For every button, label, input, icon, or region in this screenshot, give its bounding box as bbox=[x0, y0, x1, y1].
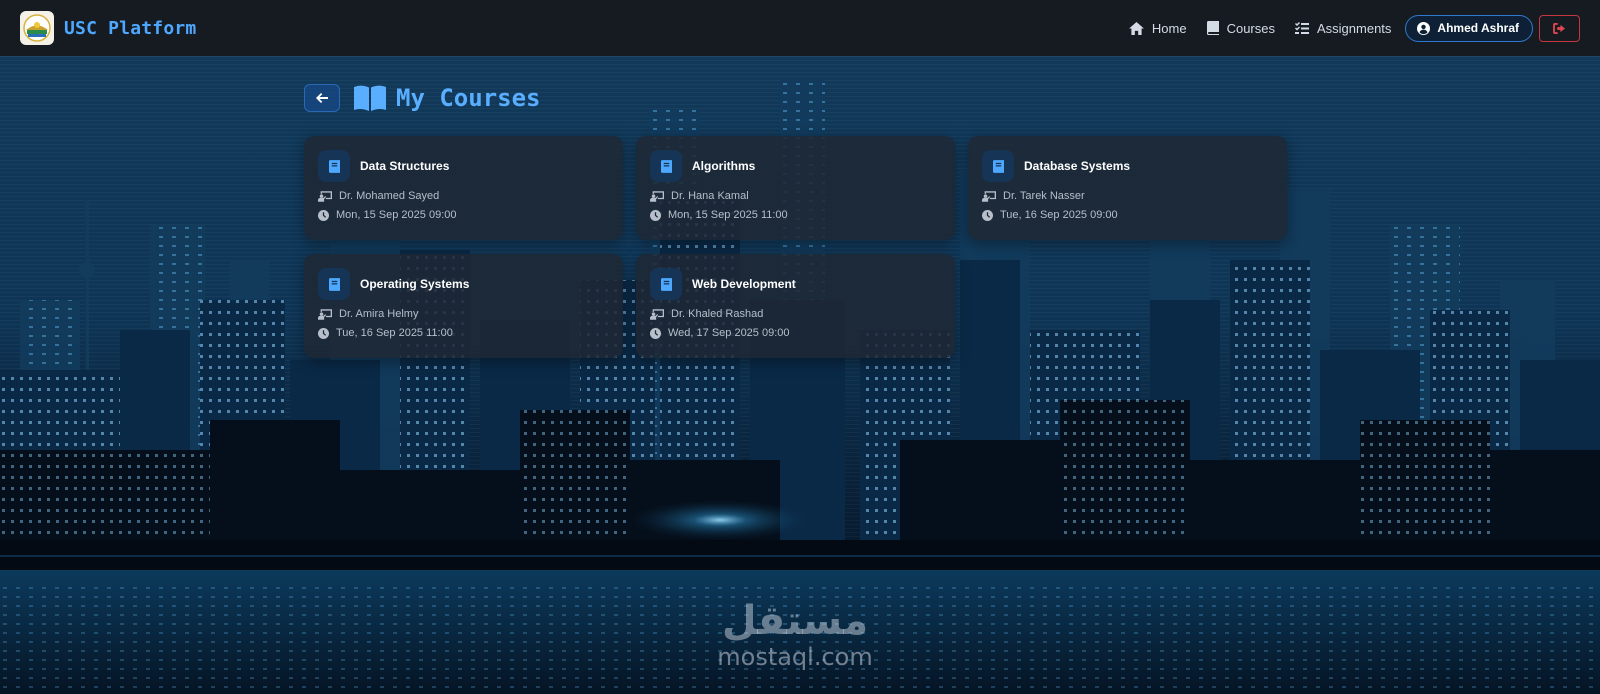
course-card[interactable]: Data Structures Dr. Mohamed Sayed Mon, 1… bbox=[304, 136, 623, 240]
schedule-time: Mon, 15 Sep 2025 11:00 bbox=[668, 209, 788, 221]
open-book-icon bbox=[354, 85, 386, 111]
nav-assignments[interactable]: Assignments bbox=[1295, 21, 1391, 36]
nav-home[interactable]: Home bbox=[1128, 20, 1187, 36]
teacher-icon bbox=[982, 190, 996, 202]
schedule-time: Tue, 16 Sep 2025 11:00 bbox=[336, 327, 453, 339]
course-name: Database Systems bbox=[1024, 159, 1131, 173]
main-content: My Courses Data Structures Dr. Mohamed S… bbox=[304, 80, 1287, 358]
course-name: Operating Systems bbox=[360, 277, 470, 291]
brand-title: USC Platform bbox=[64, 17, 197, 39]
schedule-time: Wed, 17 Sep 2025 09:00 bbox=[668, 327, 790, 339]
home-icon bbox=[1128, 21, 1144, 35]
nav-home-label: Home bbox=[1151, 20, 1187, 36]
brand[interactable]: USC Platform bbox=[20, 11, 196, 45]
arrow-left-icon bbox=[316, 93, 328, 103]
list-check-icon bbox=[1295, 21, 1309, 34]
university-logo-icon bbox=[20, 11, 54, 45]
watermark-arabic: مستقل bbox=[721, 598, 869, 644]
instructor-name: Dr. Tarek Nasser bbox=[1003, 190, 1085, 202]
course-instructor: Dr. Amira Helmy bbox=[318, 308, 609, 320]
course-book-icon bbox=[982, 150, 1014, 182]
instructor-name: Dr. Mohamed Sayed bbox=[339, 190, 440, 202]
course-card[interactable]: Operating Systems Dr. Amira Helmy Tue, 1… bbox=[304, 254, 623, 358]
clock-icon bbox=[318, 209, 329, 221]
course-instructor: Dr. Khaled Rashad bbox=[650, 308, 941, 320]
back-button[interactable] bbox=[304, 84, 340, 112]
teacher-icon bbox=[318, 190, 332, 202]
clock-icon bbox=[650, 327, 661, 339]
nav-assignments-label: Assignments bbox=[1317, 20, 1392, 36]
course-instructor: Dr. Tarek Nasser bbox=[982, 190, 1273, 202]
clock-icon bbox=[982, 209, 993, 221]
watermark-latin: mostaql.com bbox=[717, 643, 873, 671]
teacher-icon bbox=[318, 308, 332, 320]
schedule-time: Tue, 16 Sep 2025 09:00 bbox=[1000, 209, 1118, 221]
schedule-time: Mon, 15 Sep 2025 09:00 bbox=[336, 209, 457, 221]
logout-button[interactable] bbox=[1539, 14, 1580, 42]
course-card[interactable]: Algorithms Dr. Hana Kamal Mon, 15 Sep 20… bbox=[636, 136, 955, 240]
nav-menu: Home Courses Assignments Ahmed Ashraf bbox=[1128, 14, 1580, 42]
top-navbar: USC Platform Home Courses Assignments Ah… bbox=[0, 0, 1600, 56]
course-name: Algorithms bbox=[692, 159, 756, 173]
mostaql-watermark: مستقل mostaql.com bbox=[700, 598, 890, 670]
course-schedule: Mon, 15 Sep 2025 11:00 bbox=[650, 209, 941, 221]
course-grid: Data Structures Dr. Mohamed Sayed Mon, 1… bbox=[304, 136, 1287, 358]
course-book-icon bbox=[318, 150, 350, 182]
instructor-name: Dr. Amira Helmy bbox=[339, 308, 419, 320]
course-schedule: Tue, 16 Sep 2025 11:00 bbox=[318, 327, 609, 339]
course-name: Data Structures bbox=[360, 159, 450, 173]
course-schedule: Tue, 16 Sep 2025 09:00 bbox=[982, 209, 1273, 221]
course-card[interactable]: Database Systems Dr. Tarek Nasser Tue, 1… bbox=[968, 136, 1287, 240]
user-name: Ahmed Ashraf bbox=[1437, 21, 1519, 35]
teacher-icon bbox=[650, 190, 664, 202]
book-icon bbox=[1206, 21, 1219, 35]
sign-out-icon bbox=[1553, 22, 1565, 34]
course-book-icon bbox=[318, 268, 350, 300]
course-book-icon bbox=[650, 268, 682, 300]
page-header: My Courses bbox=[304, 80, 1287, 116]
instructor-name: Dr. Khaled Rashad bbox=[671, 308, 764, 320]
page-title: My Courses bbox=[354, 84, 541, 112]
course-schedule: Mon, 15 Sep 2025 09:00 bbox=[318, 209, 609, 221]
clock-icon bbox=[318, 327, 329, 339]
course-card[interactable]: Web Development Dr. Khaled Rashad Wed, 1… bbox=[636, 254, 955, 358]
clock-icon bbox=[650, 209, 661, 221]
page-title-text: My Courses bbox=[396, 84, 541, 112]
user-menu-button[interactable]: Ahmed Ashraf bbox=[1405, 14, 1533, 42]
nav-courses[interactable]: Courses bbox=[1206, 20, 1275, 36]
course-book-icon bbox=[650, 150, 682, 182]
nav-courses-label: Courses bbox=[1226, 20, 1275, 36]
course-instructor: Dr. Hana Kamal bbox=[650, 190, 941, 202]
user-circle-icon bbox=[1417, 21, 1431, 35]
course-name: Web Development bbox=[692, 277, 796, 291]
instructor-name: Dr. Hana Kamal bbox=[671, 190, 749, 202]
course-schedule: Wed, 17 Sep 2025 09:00 bbox=[650, 327, 941, 339]
teacher-icon bbox=[650, 308, 664, 320]
course-instructor: Dr. Mohamed Sayed bbox=[318, 190, 609, 202]
